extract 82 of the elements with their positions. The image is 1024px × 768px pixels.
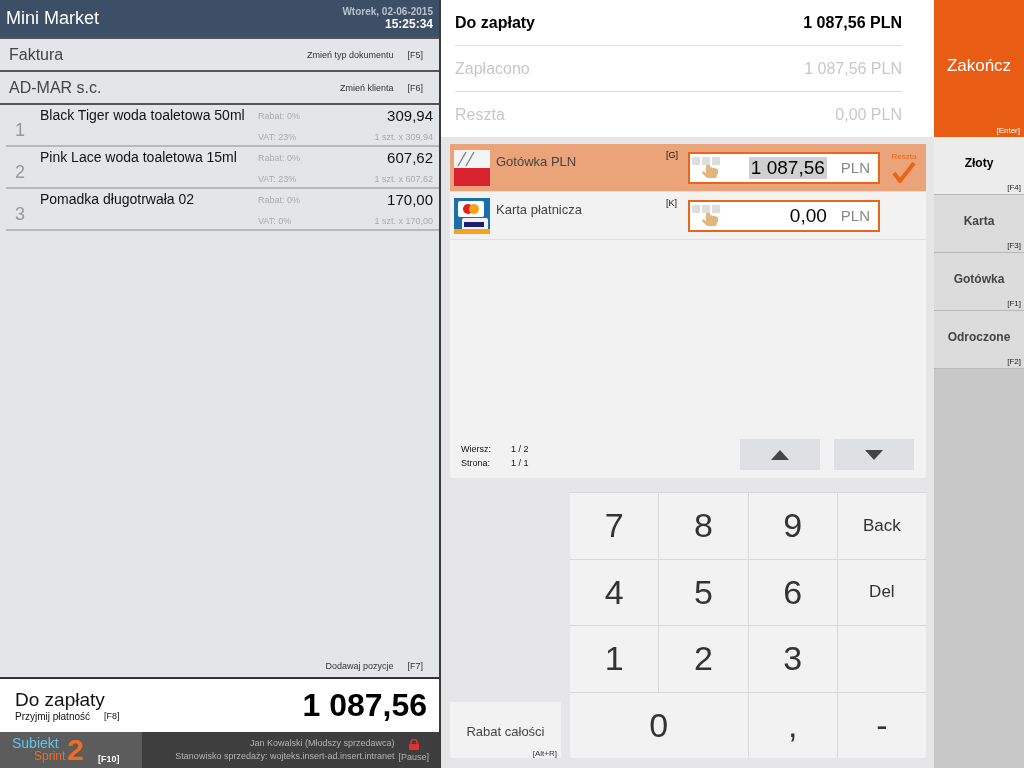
page-label: Strona: <box>461 457 492 470</box>
add-items-link[interactable]: Dodawaj pozycje <box>325 661 394 671</box>
store-title: Mini Market <box>6 8 99 29</box>
finish-button[interactable]: Zakończ [Enter] <box>934 0 1024 137</box>
flag-icon <box>454 149 490 186</box>
shortcut-label: [F7] <box>407 661 423 671</box>
payment-type-tab[interactable]: Złoty [F4] <box>934 137 1024 195</box>
credit-card-icon <box>454 197 490 234</box>
item-name: Black Tiger woda toaletowa 50ml <box>39 106 246 125</box>
item-number: 2 <box>14 160 26 184</box>
page-value: 1 / 1 <box>511 457 530 470</box>
item-quantity: 1 szt. x 607,62 <box>374 174 433 184</box>
shortcut-label: [F8] <box>104 711 120 722</box>
item-number: 1 <box>14 118 26 142</box>
item-quantity: 1 szt. x 170,00 <box>374 216 433 226</box>
amount-value: 1 087,56 <box>748 156 827 179</box>
amount-value: 0,00 <box>788 204 827 227</box>
client-row[interactable]: AD-MAR s.c. Zmień klienta [F6] <box>0 70 439 103</box>
item-quantity: 1 szt. x 309,94 <box>374 132 433 142</box>
payment-row[interactable]: Karta płatnicza [K] 0,00 PLN <box>450 192 926 240</box>
document-type-row[interactable]: Faktura Zmień typ dokumentu [F5] <box>0 37 439 70</box>
up-triangle-icon <box>771 449 789 460</box>
accept-payment-link[interactable]: Przyjmij płatność <box>15 711 91 722</box>
keypad-key[interactable]: 8 <box>659 493 748 559</box>
keypad-key[interactable]: 7 <box>570 493 659 559</box>
change-client-link[interactable]: Zmień klienta <box>339 82 394 93</box>
total-label: Do zapłaty <box>15 689 106 711</box>
down-triangle-icon <box>865 449 883 460</box>
currency-label: PLN <box>840 159 870 176</box>
shortcut-label: [G] <box>666 149 679 160</box>
keypad-key[interactable]: 0 <box>570 692 748 758</box>
station-label: Stanowisko sprzedaży: wojteks.insert-ad.insert.intranet <box>175 750 395 763</box>
payment-name: Karta płatnicza <box>495 201 583 217</box>
keyboard-hand-icon <box>692 156 722 179</box>
keypad-key[interactable]: 1 <box>570 626 659 692</box>
summary-label: Do zapłaty <box>455 13 535 32</box>
user-label: Jan Kowalski (Młodszy sprzedawca) <box>249 737 395 750</box>
payment-type-tab[interactable]: Odroczone [F2] <box>934 311 1024 369</box>
keypad-key[interactable]: 2 <box>659 626 748 692</box>
payment-type-tab[interactable]: Karta [F3] <box>934 195 1024 253</box>
keyboard-hand-icon <box>692 204 722 227</box>
total-amount: 1 087,56 <box>302 687 427 724</box>
keypad-key[interactable]: 5 <box>659 559 748 625</box>
shortcut-label: [F5] <box>407 49 423 60</box>
client-name: AD-MAR s.c. <box>9 78 103 97</box>
document-type: Faktura <box>9 45 65 64</box>
amount-field[interactable]: 0,00 PLN <box>688 199 880 232</box>
payment-name: Gotówka PLN <box>495 153 578 169</box>
keypad-key[interactable]: , <box>748 692 837 758</box>
scroll-up-button[interactable] <box>740 439 820 470</box>
keypad-key[interactable]: 9 <box>748 493 837 559</box>
keypad-key[interactable]: Del <box>837 559 926 625</box>
item-name: Pomadka długotrwała 02 <box>39 190 196 209</box>
row-value: 1 / 2 <box>511 443 530 456</box>
change-label: Reszta <box>891 152 917 161</box>
keypad-key[interactable]: 4 <box>570 559 659 625</box>
time-label: 15:25:34 <box>384 17 433 31</box>
payment-row[interactable]: Gotówka PLN [G] 1 087,56 PLN Reszta <box>450 144 926 192</box>
shortcut-label: [K] <box>666 197 678 208</box>
item-vat: VAT: 23% <box>258 174 298 184</box>
item-vat: VAT: 23% <box>258 132 298 142</box>
item-name: Pink Lace woda toaletowa 15ml <box>39 148 238 167</box>
shortcut-label: [F6] <box>407 82 423 93</box>
row-label: Wiersz: <box>461 443 492 456</box>
lock-icon <box>408 738 419 750</box>
amount-field[interactable]: 1 087,56 PLN <box>688 151 880 184</box>
discount-button[interactable]: Rabat całości [Alt+R] <box>450 702 561 758</box>
payment-type-tab[interactable]: Gotówka [F1] <box>934 253 1024 311</box>
item-number: 3 <box>14 202 26 226</box>
keypad-key[interactable]: 6 <box>748 559 837 625</box>
date-label: Wtorek, 02-06-2015 <box>342 6 433 17</box>
item-total: 309,94 <box>387 107 433 124</box>
item-total: 170,00 <box>387 191 433 208</box>
scroll-down-button[interactable] <box>834 439 914 470</box>
currency-label: PLN <box>840 207 870 224</box>
keypad-key[interactable]: 3 <box>748 626 837 692</box>
change-document-link[interactable]: Zmień typ dokumentu <box>306 49 394 60</box>
keypad-key[interactable]: - <box>837 692 926 758</box>
keypad-key[interactable]: Back <box>837 493 926 559</box>
item-total: 607,62 <box>387 149 433 166</box>
pause-button[interactable]: [Pause] <box>398 751 429 762</box>
summary-value: 1 087,56 PLN <box>803 13 902 32</box>
